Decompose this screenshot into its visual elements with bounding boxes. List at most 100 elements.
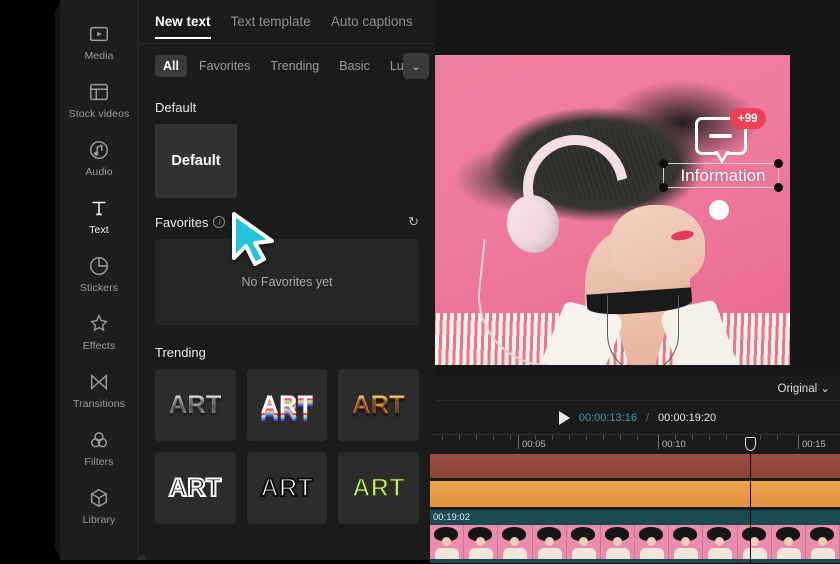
- chip-trending[interactable]: Trending: [262, 55, 327, 77]
- filmstrip-frame: [600, 525, 636, 559]
- timeline-ruler[interactable]: 00:05 00:10 00:15: [430, 434, 840, 454]
- trending-item[interactable]: ART: [338, 369, 419, 441]
- sidebar-item-label: Transitions: [72, 398, 126, 410]
- playhead-handle[interactable]: [745, 437, 756, 451]
- chip-label: Basic: [339, 59, 370, 73]
- chevron-down-icon: ⌄: [820, 382, 830, 395]
- sidebar-item-label: Audio: [85, 166, 113, 178]
- sidebar-item-media[interactable]: Media: [60, 14, 139, 70]
- trending-item-label: ART: [168, 390, 222, 419]
- chevron-down-icon[interactable]: ⌄: [403, 53, 429, 79]
- filmstrip: [430, 525, 840, 559]
- trending-item-label: ART: [260, 473, 314, 502]
- filters-icon: [90, 432, 108, 448]
- mouse-cursor: [232, 212, 274, 266]
- trending-item[interactable]: ART: [246, 452, 328, 524]
- filmstrip-frame: [771, 525, 806, 559]
- trending-item-label: ART: [352, 390, 406, 419]
- filmstrip-frame: [566, 525, 601, 559]
- sidebar-item-text[interactable]: Text: [60, 188, 139, 244]
- favorites-section-title: Favorites i: [155, 215, 226, 230]
- panel-scrollbar[interactable]: [139, 555, 145, 560]
- resize-handle-bottom-right[interactable]: [774, 183, 783, 192]
- sidebar-item-library[interactable]: Library: [60, 478, 139, 534]
- play-icon[interactable]: [558, 410, 570, 425]
- panel-body: Default Default Favorites i ↻ No Favorit…: [139, 100, 435, 560]
- filmstrip-frame: [430, 525, 465, 559]
- chip-label: All: [163, 59, 179, 73]
- preview-quality-bar: Original ⌄: [435, 375, 840, 401]
- sidebar-item-stickers[interactable]: Stickers: [60, 246, 139, 302]
- sidebar-item-label: Effects: [82, 340, 116, 352]
- filmstrip-frame: [669, 525, 704, 559]
- sidebar-item-transitions[interactable]: Transitions: [60, 362, 139, 418]
- text-overlay-selection[interactable]: Information: [659, 159, 783, 192]
- chip-all[interactable]: All: [155, 55, 187, 77]
- sidebar-item-filters[interactable]: Filters: [60, 420, 139, 476]
- sidebar-item-label: Stock videos: [68, 108, 130, 120]
- timeline: 00:00:13:16 / 00:00:19:20 00:05 00:10 00…: [430, 401, 840, 564]
- chip-favorites[interactable]: Favorites: [191, 55, 258, 77]
- refresh-icon[interactable]: ↻: [408, 214, 419, 230]
- ruler-label: 00:15: [802, 439, 826, 450]
- track-clip-orange[interactable]: [430, 481, 840, 507]
- trending-section-title: Trending: [155, 345, 206, 360]
- quality-label: Original: [777, 382, 818, 395]
- tab-label: New text: [155, 14, 211, 29]
- tab-label: Auto captions: [330, 14, 413, 29]
- rotate-handle[interactable]: [709, 200, 729, 220]
- stickers-icon: [90, 257, 108, 275]
- tab-auto-captions[interactable]: Auto captions: [331, 0, 413, 44]
- trending-item[interactable]: ART: [155, 369, 236, 441]
- audio-icon: [90, 141, 108, 159]
- tab-text-template[interactable]: Text template: [231, 0, 311, 44]
- total-duration: 00:00:19:20: [658, 411, 717, 424]
- default-card-label: Default: [171, 153, 221, 169]
- photo-necklace: [607, 295, 679, 365]
- sidebar-item-effects[interactable]: Effects: [60, 304, 139, 360]
- track-clip-brown[interactable]: [430, 454, 840, 478]
- resize-handle-top-right[interactable]: [774, 159, 783, 168]
- default-text-card[interactable]: Default: [155, 124, 237, 198]
- tab-label: Text template: [230, 14, 311, 29]
- sidebar-item-stock-videos[interactable]: Stock videos: [60, 72, 139, 128]
- filmstrip-frame: [703, 525, 738, 559]
- text-overlay-content: Information: [680, 166, 766, 185]
- trending-grid: ART ART ART ART ART ART: [155, 369, 419, 524]
- default-section-title: Default: [155, 100, 197, 115]
- chip-label: Favorites: [198, 59, 251, 73]
- library-icon: [90, 488, 108, 508]
- current-time: 00:00:13:16: [578, 411, 637, 424]
- trending-item[interactable]: ART: [155, 452, 236, 524]
- timeline-tracks: 00:19:02: [430, 434, 840, 564]
- favorites-section-header: Favorites i ↻: [155, 214, 419, 230]
- tab-new-text[interactable]: New text: [155, 0, 211, 44]
- bubble-minus-icon: [709, 134, 732, 138]
- favorites-empty-state: No Favorites yet: [155, 239, 419, 325]
- ruler-label: 00:10: [662, 439, 686, 450]
- sidebar-item-label: Library: [82, 514, 116, 526]
- category-chips: All Favorites Trending Basic Lu ⌄: [139, 44, 435, 88]
- resize-handle-bottom-left[interactable]: [659, 183, 668, 192]
- chip-basic[interactable]: Basic: [331, 55, 378, 77]
- sidebar-item-label: Stickers: [79, 282, 119, 294]
- resize-handle-top-left[interactable]: [659, 159, 668, 168]
- trending-item[interactable]: ART: [338, 452, 419, 524]
- sidebar-item-audio[interactable]: Audio: [60, 130, 139, 186]
- track-clip-video[interactable]: 00:19:02: [430, 510, 840, 563]
- transport-controls: 00:00:13:16 / 00:00:19:20: [435, 401, 840, 434]
- sidebar-item-label: Filters: [84, 456, 114, 468]
- quality-dropdown[interactable]: Original ⌄: [778, 381, 830, 395]
- speech-bubble-sticker[interactable]: +99: [695, 108, 766, 164]
- trending-item[interactable]: ART: [246, 369, 328, 441]
- panel-tabs: New text Text template Auto captions «: [139, 0, 435, 44]
- filmstrip-frame: [464, 525, 499, 559]
- photo-face: [610, 205, 705, 285]
- favorites-empty-text: No Favorites yet: [241, 275, 333, 289]
- preview-photo: [435, 55, 790, 365]
- filmstrip-frame: [737, 525, 772, 559]
- video-preview[interactable]: +99 Information: [435, 55, 790, 365]
- ruler-label: 00:05: [522, 439, 546, 450]
- chip-label: Lu: [389, 59, 404, 73]
- trending-item-label: ART: [260, 390, 314, 419]
